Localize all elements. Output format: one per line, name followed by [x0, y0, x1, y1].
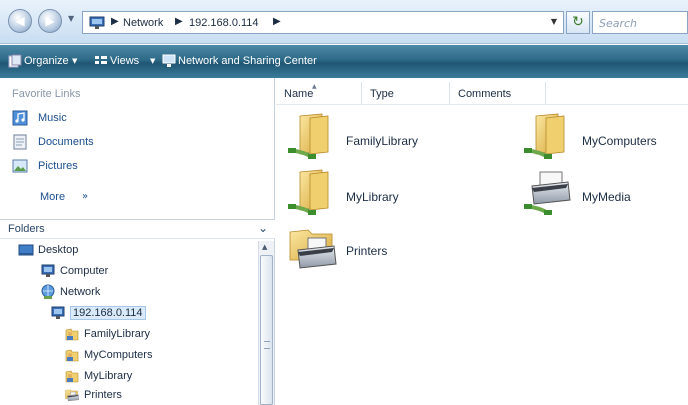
tree-item-label: MyComputers	[84, 349, 153, 361]
navigation-pane: Favorite Links Music Documents Pictures …	[0, 78, 275, 405]
favorite-link-label: Pictures	[38, 160, 78, 172]
favorite-links-header: Favorite Links	[12, 88, 81, 100]
more-links-button[interactable]: More	[40, 191, 65, 203]
tree-item-label: FamilyLibrary	[84, 328, 151, 340]
folders-label: Folders	[8, 223, 45, 235]
address-bar-row: ◀ ▶ ▼ ▶ Network ▶ 192.168.0.114 ▶ ▼ ↻ Se…	[0, 0, 688, 44]
tree-item-label: MyLibrary	[84, 370, 133, 382]
forward-button[interactable]: ▶	[38, 9, 62, 33]
server-icon	[51, 306, 65, 319]
address-dropdown-icon[interactable]: ▼	[551, 17, 557, 26]
scrollbar-thumb[interactable]	[260, 255, 273, 405]
file-item-label: Printers	[346, 244, 388, 258]
grip-icon	[264, 341, 270, 349]
folders-header[interactable]: Folders ⌄	[0, 219, 275, 239]
address-box[interactable]: ▶ Network ▶ 192.168.0.114 ▶ ▼	[82, 11, 564, 34]
tree-item-label: Printers	[84, 389, 122, 401]
more-arrow-icon[interactable]: »	[82, 191, 88, 202]
printer-folder-icon	[286, 222, 340, 274]
shared-folder-icon	[522, 112, 576, 164]
chevron-down-icon[interactable]: ⌄	[258, 221, 268, 235]
breadcrumb-ip[interactable]: 192.168.0.114	[189, 17, 259, 29]
column-header-name[interactable]: ▲ Name	[276, 82, 362, 104]
pictures-icon	[12, 159, 28, 173]
file-item-label: FamilyLibrary	[346, 134, 419, 148]
file-item-label: MyLibrary	[346, 190, 399, 204]
computer-icon	[41, 264, 55, 277]
header-divider	[276, 104, 688, 105]
shared-printer-icon	[522, 168, 576, 220]
scroll-up-icon[interactable]: ▲	[262, 243, 267, 251]
tree-item-label: Computer	[60, 265, 109, 277]
file-item-mylibrary[interactable]: MyLibrary	[286, 168, 486, 228]
search-input[interactable]: Search	[599, 17, 637, 30]
recent-pages-dropdown[interactable]: ▼	[68, 14, 78, 28]
network-icon	[41, 284, 55, 299]
column-header-label: Type	[370, 88, 394, 100]
tree-item-label: 192.168.0.114	[70, 306, 146, 320]
column-header-type[interactable]: Type	[362, 82, 450, 104]
favorite-link-label: Music	[38, 112, 67, 124]
back-button[interactable]: ◀	[8, 9, 32, 33]
organize-icon	[8, 54, 22, 68]
shared-folder-icon	[64, 368, 80, 384]
file-item-label: MyMedia	[582, 190, 631, 204]
shared-folder-icon	[64, 326, 80, 342]
file-item-label: MyComputers	[582, 134, 657, 148]
file-list-pane: ▲ Name Type Comments FamilyLibrary MyCom…	[276, 78, 688, 405]
organize-button[interactable]: Organize	[24, 55, 69, 67]
views-button[interactable]: Views	[110, 55, 139, 67]
breadcrumb-separator[interactable]: ▶	[273, 16, 281, 27]
column-header-label: Comments	[458, 88, 512, 100]
column-header-label: Name	[284, 88, 314, 100]
favorite-link-label: Documents	[38, 136, 94, 148]
views-icon	[95, 56, 107, 64]
breadcrumb-separator[interactable]: ▶	[175, 16, 183, 27]
file-item-mycomputers[interactable]: MyComputers	[522, 112, 688, 172]
tree-item-label: Network	[60, 286, 101, 298]
breadcrumb-network[interactable]: Network	[123, 17, 163, 29]
shared-folder-icon	[286, 168, 340, 220]
desktop-icon	[18, 244, 34, 256]
refresh-button[interactable]: ↻	[566, 11, 590, 34]
chevron-down-icon[interactable]: ▼	[150, 57, 155, 65]
file-item-printers[interactable]: Printers	[286, 222, 486, 282]
network-sharing-icon	[162, 54, 176, 67]
network-icon	[89, 16, 105, 29]
chevron-down-icon[interactable]: ▼	[72, 57, 77, 65]
command-bar: Organize ▼ Views ▼ Network and Sharing C…	[0, 45, 688, 78]
tree-item-label: Desktop	[38, 244, 79, 256]
printer-folder-icon	[64, 387, 80, 403]
shared-folder-icon	[286, 112, 340, 164]
music-icon	[12, 110, 28, 126]
shared-folder-icon	[64, 347, 80, 363]
documents-icon	[13, 134, 27, 150]
search-box[interactable]: Search	[592, 11, 688, 34]
file-item-familylibrary[interactable]: FamilyLibrary	[286, 112, 486, 172]
file-item-mymedia[interactable]: MyMedia	[522, 168, 688, 228]
column-header-comments[interactable]: Comments	[450, 82, 546, 104]
breadcrumb-separator[interactable]: ▶	[111, 16, 119, 27]
network-sharing-center-button[interactable]: Network and Sharing Center	[178, 55, 317, 67]
folders-scrollbar[interactable]: ▲	[258, 241, 274, 405]
